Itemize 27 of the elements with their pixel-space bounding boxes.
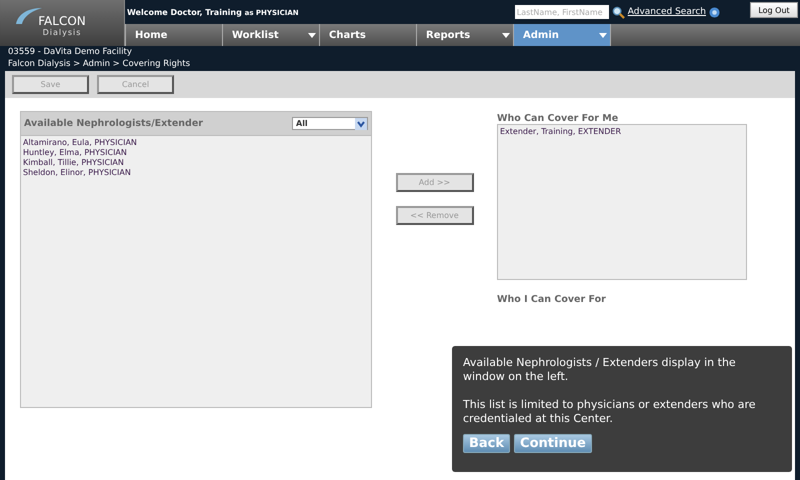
nav-tab[interactable]: Reports	[416, 24, 513, 46]
nav-tab[interactable]: Admin	[513, 24, 610, 46]
advanced-search-link[interactable]: Advanced Search	[628, 7, 706, 17]
filter-dropdown[interactable]: All	[292, 117, 368, 130]
logout-button[interactable]: Log Out	[750, 2, 798, 18]
help-icon[interactable]	[709, 6, 720, 18]
section-title: Who I Can Cover For	[497, 294, 606, 305]
search-icon[interactable]	[612, 6, 625, 18]
section-title: Who Can Cover For Me	[497, 113, 618, 124]
list-item[interactable]: Sheldon, Elinor, PHYSICIAN	[23, 168, 131, 178]
list-item[interactable]: Altamirano, Eula, PHYSICIAN	[23, 138, 137, 148]
panel-title: Available Nephrologists/Extender	[24, 118, 203, 129]
facility-name: 03559 - DaVita Demo Facility	[8, 47, 133, 58]
nav-tab[interactable]: Worklist	[222, 24, 319, 46]
logo-text: FALCON	[38, 15, 86, 28]
nav-tab[interactable]: Home	[125, 24, 222, 46]
list-item[interactable]: Kimball, Tillie, PHYSICIAN	[23, 158, 124, 168]
list-item[interactable]: Extender, Training, EXTENDER	[500, 127, 622, 137]
tooltip-text: Available Nephrologists / Extenders display in the window on the left.	[463, 356, 737, 384]
search-field[interactable]: LastName, FirstName	[514, 5, 609, 19]
tooltip-text: This list is limited to physicians or extenders who are credentialed at this Center.	[463, 398, 757, 426]
list-item[interactable]: Huntley, Elma, PHYSICIAN	[23, 148, 127, 158]
breadcrumb: Falcon Dialysis > Admin > Covering Rights	[8, 58, 192, 70]
list-box[interactable]: Extender, Training, EXTENDER	[497, 124, 747, 280]
caret-icon	[355, 118, 367, 130]
nav-tab[interactable]: Charts	[319, 24, 416, 46]
logo-subtitle: Dialysis	[42, 28, 82, 37]
